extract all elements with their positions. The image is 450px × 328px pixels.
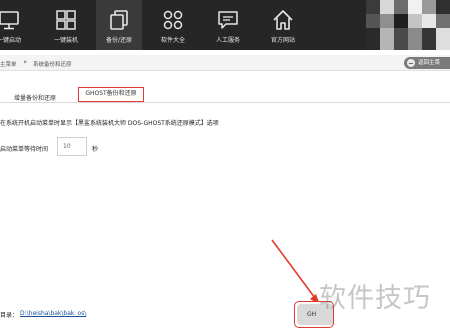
breadcrumb-home[interactable]: 主菜单	[0, 60, 17, 68]
tab-incremental-backup[interactable]: 增量备份和还原	[14, 93, 56, 102]
backup-dir-label: 目录：	[0, 312, 19, 319]
back-arrow-icon	[407, 59, 415, 67]
windows-icon	[56, 10, 76, 30]
copy-icon	[110, 10, 128, 30]
grid-icon	[163, 10, 183, 30]
pixelated-area	[366, 0, 450, 50]
backup-dir-link[interactable]: D:\heisha\bak\bak_os\	[20, 310, 86, 317]
chat-icon	[218, 11, 238, 29]
toolbar-item-label: 备份/还原	[105, 37, 133, 44]
wait-time-unit: 秒	[92, 146, 99, 153]
toolbar-item-backup-restore[interactable]: 备份/还原	[96, 0, 142, 50]
watermark-text: 软件技巧	[319, 283, 431, 314]
wait-time-label: 启动菜单等待时间	[0, 146, 49, 153]
toolbar-item-label: 人工服务	[215, 37, 240, 44]
toolbar-item-one-click-start[interactable]: 一键启动	[0, 0, 32, 50]
wait-time-input[interactable]: 10	[57, 137, 87, 156]
desktop-icon	[0, 11, 19, 30]
boot-menu-option-text: 在系统开机启动菜单时显示【黑鲨系统装机大师 DOS-GHOST系统还原模式】选项	[0, 120, 219, 127]
toolbar-item-one-click-install[interactable]: 一键装机	[43, 0, 89, 50]
toolbar-item-label: 官方网站	[270, 37, 295, 44]
toolbar-item-label: 一键装机	[53, 37, 78, 44]
breadcrumb-separator: ▶	[24, 60, 28, 65]
toolbar-item-website[interactable]: 官方网站	[260, 0, 306, 50]
tab-divider	[0, 102, 450, 103]
breadcrumb-current: 系统备份和还原	[33, 62, 72, 68]
back-to-main-menu-button[interactable]: 返回主菜	[404, 57, 450, 69]
tab-ghost-backup[interactable]: GHOST备份和还原	[78, 87, 144, 102]
toolbar-item-label: 软件大全	[160, 37, 185, 44]
back-button-label: 返回主菜	[418, 60, 441, 66]
toolbar-item-label: 一键启动	[0, 37, 21, 44]
tab-ghost-backup-label: GHOST备份和还原	[85, 90, 137, 97]
main-toolbar: 一键启动 一键装机 备份/还原 软件大全 人工服务	[0, 0, 450, 50]
toolbar-item-service[interactable]: 人工服务	[205, 0, 251, 50]
toolbar-item-software[interactable]: 软件大全	[150, 0, 196, 50]
home-icon	[273, 10, 293, 30]
